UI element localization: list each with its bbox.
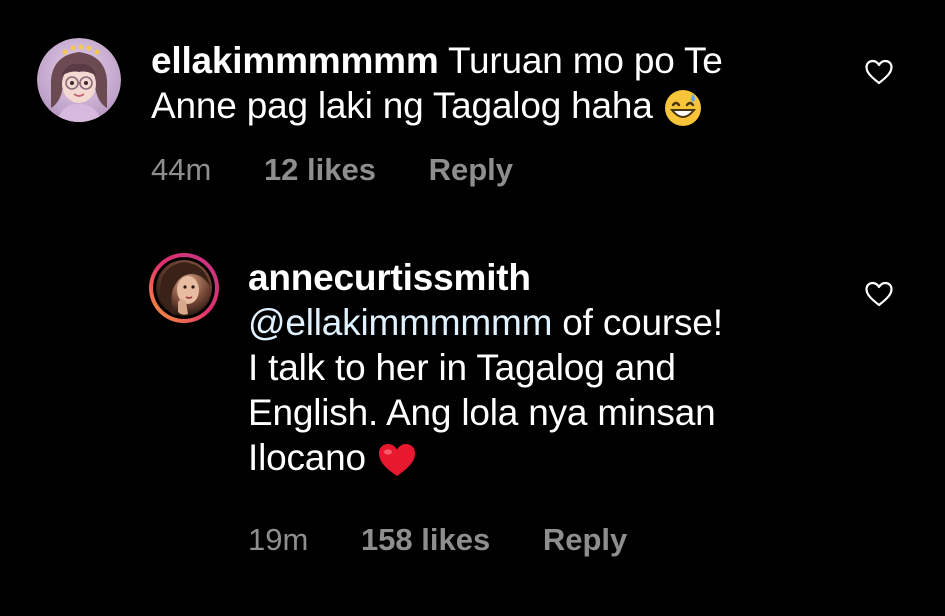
reply-text-line2: I talk to her in Tagalog and bbox=[248, 347, 676, 388]
mention-link[interactable]: @ellakimmmmmm bbox=[248, 302, 552, 343]
reply-likes[interactable]: 158 likes bbox=[361, 522, 490, 558]
avatar-ellakimmmmmm[interactable] bbox=[37, 38, 121, 122]
comment-body: ellakimmmmmm Turuan mo po Te Anne pag la… bbox=[151, 38, 831, 128]
like-heart-icon[interactable] bbox=[864, 58, 894, 86]
red-heart-emoji-icon bbox=[376, 440, 418, 480]
reply-body: annecurtissmith @ellakimmmmmm of course!… bbox=[248, 255, 848, 480]
reply-username[interactable]: annecurtissmith bbox=[248, 257, 531, 298]
comment-text-line2: Anne pag laki ng Tagalog haha bbox=[151, 85, 653, 126]
reply-reply-button[interactable]: Reply bbox=[543, 522, 627, 558]
comment-text-line1: Turuan mo po Te bbox=[448, 40, 723, 81]
reply-time: 19m bbox=[248, 522, 309, 557]
reply-text-line3: English. Ang lola nya minsan bbox=[248, 392, 716, 433]
reply-text-line1: of course! bbox=[552, 302, 723, 343]
comment-meta: 44m 12 likes Reply bbox=[151, 152, 513, 188]
reply-text-line4: Ilocano bbox=[248, 437, 366, 478]
grinning-sweat-emoji-icon bbox=[663, 88, 703, 128]
like-heart-icon[interactable] bbox=[864, 280, 894, 308]
comment-username[interactable]: ellakimmmmmm bbox=[151, 40, 439, 81]
avatar-cartoon-girl-icon bbox=[37, 38, 121, 122]
avatar-photo-story-ring-icon bbox=[149, 253, 219, 323]
comment-time: 44m bbox=[151, 152, 212, 187]
comment-likes[interactable]: 12 likes bbox=[264, 152, 376, 188]
reply-meta: 19m 158 likes Reply bbox=[248, 522, 627, 558]
reply-button[interactable]: Reply bbox=[429, 152, 513, 188]
avatar-annecurtissmith[interactable] bbox=[148, 252, 220, 324]
